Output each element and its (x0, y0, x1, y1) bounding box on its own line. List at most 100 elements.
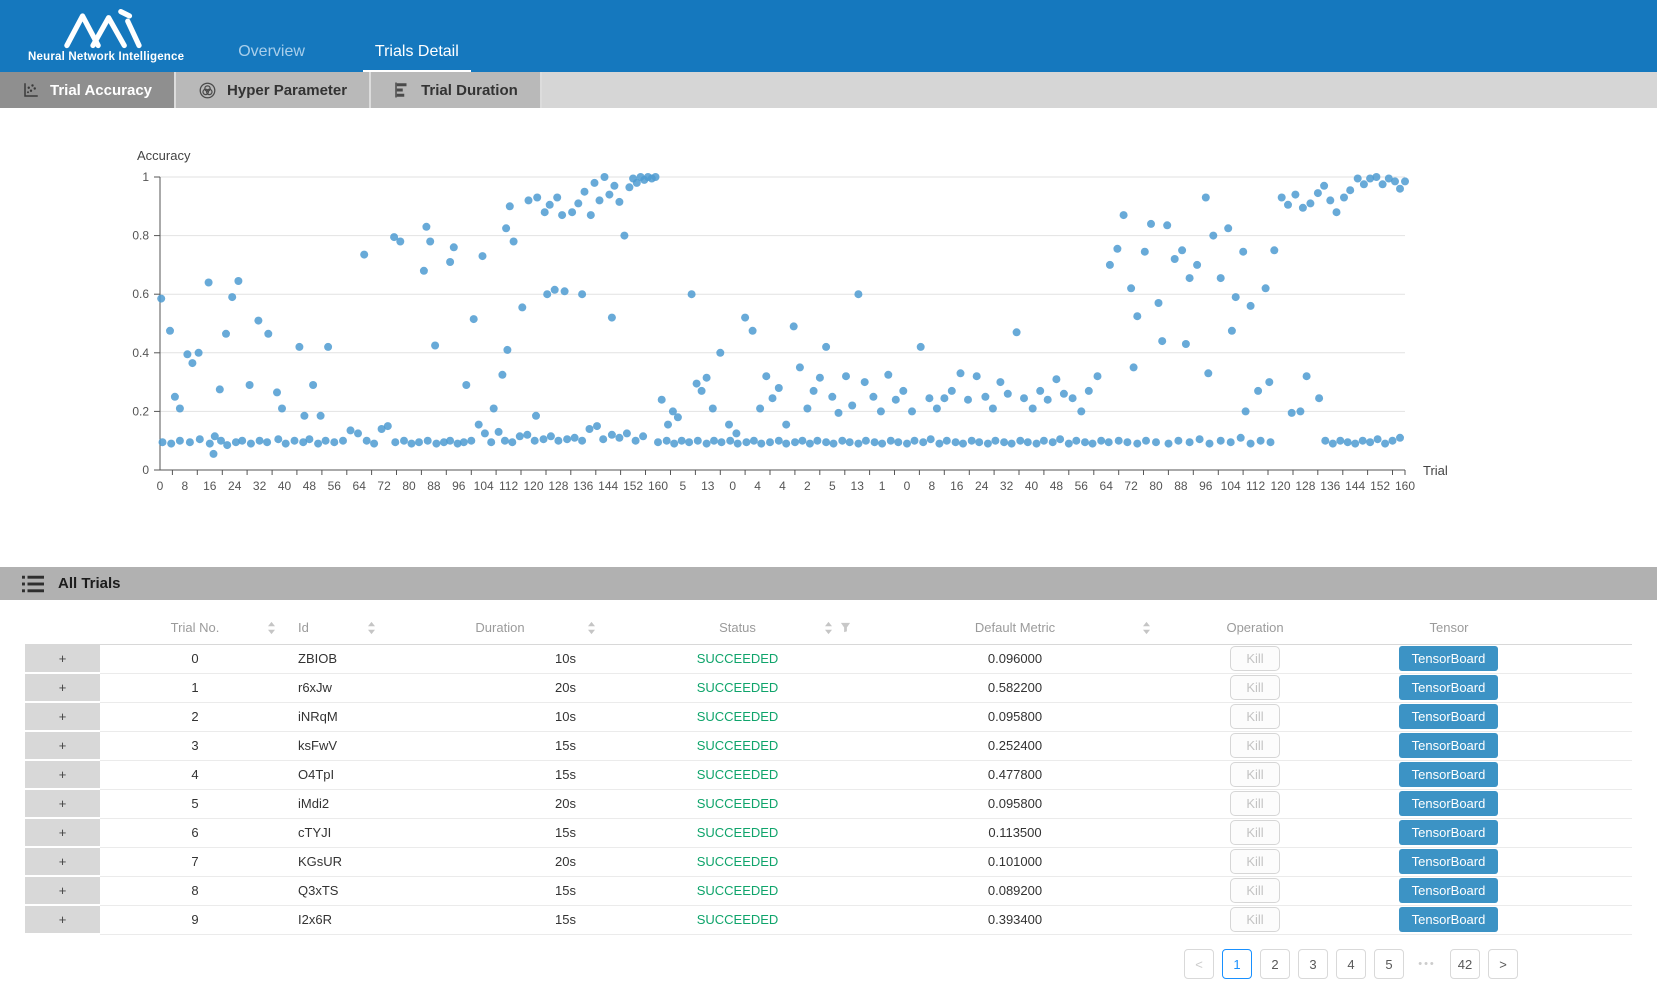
kill-button[interactable]: Kill (1230, 878, 1279, 903)
kill-button[interactable]: Kill (1230, 907, 1279, 932)
tensorboard-button[interactable]: TensorBoard (1399, 820, 1499, 845)
tensorboard-button[interactable]: TensorBoard (1399, 733, 1499, 758)
accuracy-scatter-chart[interactable]: 00.20.40.60.8108162432404856647280889610… (0, 130, 1657, 498)
tensorboard-button[interactable]: TensorBoard (1399, 762, 1499, 787)
column-header-trialNo[interactable]: Trial No. (100, 612, 290, 644)
expand-button[interactable]: + (25, 731, 100, 760)
y-tick-label: 0.4 (132, 346, 149, 360)
scatter-point (432, 440, 440, 448)
expand-button[interactable]: + (25, 760, 100, 789)
trial-no-cell: 8 (100, 876, 290, 905)
column-label: Duration (475, 620, 524, 635)
tensorboard-button[interactable]: TensorBoard (1399, 704, 1499, 729)
tensorboard-button[interactable]: TensorBoard (1399, 849, 1499, 874)
scatter-point (188, 359, 196, 367)
kill-button[interactable]: Kill (1230, 820, 1279, 845)
column-label: Status (719, 620, 756, 635)
expand-button[interactable]: + (25, 789, 100, 818)
scatter-point (940, 394, 948, 402)
pagination-page-5[interactable]: 5 (1374, 949, 1404, 979)
kill-button[interactable]: Kill (1230, 646, 1279, 671)
scatter-point (869, 393, 877, 401)
trial-no-cell: 0 (100, 644, 290, 673)
expand-button[interactable]: + (25, 702, 100, 731)
tensorboard-button[interactable]: TensorBoard (1399, 907, 1499, 932)
tab-trial-accuracy[interactable]: Trial Accuracy (0, 72, 176, 108)
expand-button[interactable]: + (25, 644, 100, 673)
tensorboard-button[interactable]: TensorBoard (1399, 878, 1499, 903)
column-header-metric[interactable]: Default Metric (865, 612, 1165, 644)
column-header-status[interactable]: Status (610, 612, 865, 644)
tensorboard-button[interactable]: TensorBoard (1399, 646, 1499, 671)
scatter-point (908, 407, 916, 415)
pagination-page-2[interactable]: 2 (1260, 949, 1290, 979)
scatter-point (892, 396, 900, 404)
scatter-point (935, 440, 943, 448)
scatter-point (968, 437, 976, 445)
scatter-point (470, 315, 478, 323)
scatter-point (574, 199, 582, 207)
sort-icon[interactable] (367, 621, 376, 635)
pagination-page-42[interactable]: 42 (1450, 949, 1480, 979)
scatter-point (282, 440, 290, 448)
all-trials-header-bar: All Trials (0, 567, 1657, 600)
sort-icon[interactable] (824, 621, 833, 635)
expand-button[interactable]: + (25, 818, 100, 847)
scatter-point (1163, 221, 1171, 229)
scatter-point (703, 374, 711, 382)
expand-button[interactable]: + (25, 847, 100, 876)
expand-button[interactable]: + (25, 673, 100, 702)
pagination-prev-button[interactable]: < (1184, 949, 1214, 979)
scatter-point (884, 371, 892, 379)
x-tick-label: 1 (879, 479, 886, 493)
scatter-point (835, 409, 843, 417)
scatter-point (502, 224, 510, 232)
tensorboard-button[interactable]: TensorBoard (1399, 791, 1499, 816)
x-tick-label: 128 (1295, 479, 1315, 493)
kill-button[interactable]: Kill (1230, 762, 1279, 787)
scatter-point (782, 440, 790, 448)
top-nav-bar: Neural Network Intelligence OverviewTria… (0, 0, 1657, 72)
pagination-page-4[interactable]: 4 (1336, 949, 1366, 979)
x-tick-label: 152 (1370, 479, 1390, 493)
kill-button[interactable]: Kill (1230, 704, 1279, 729)
scatter-point (989, 405, 997, 413)
pagination-next-button[interactable]: > (1488, 949, 1518, 979)
scatter-point (264, 330, 272, 338)
scatter-point (663, 437, 671, 445)
nav-tab-overview[interactable]: Overview (226, 37, 317, 72)
filter-icon[interactable] (840, 622, 851, 633)
expand-button[interactable]: + (25, 876, 100, 905)
kill-button[interactable]: Kill (1230, 849, 1279, 874)
column-header-id[interactable]: Id (290, 612, 390, 644)
scatter-point (1060, 390, 1068, 398)
scatter-point (495, 428, 503, 436)
kill-button[interactable]: Kill (1230, 675, 1279, 700)
sort-icon[interactable] (1142, 621, 1151, 635)
scatter-point (1202, 194, 1210, 202)
tensor-cell: TensorBoard (1345, 905, 1632, 934)
tensorboard-button[interactable]: TensorBoard (1399, 675, 1499, 700)
scatter-point (1344, 438, 1352, 446)
sort-icon[interactable] (587, 621, 596, 635)
status-badge: SUCCEEDED (697, 883, 779, 898)
tensor-cell: TensorBoard (1345, 673, 1632, 702)
tab-trial-duration[interactable]: Trial Duration (371, 72, 542, 108)
scatter-point (460, 438, 468, 446)
kill-button[interactable]: Kill (1230, 791, 1279, 816)
nav-tab-trials-detail[interactable]: Trials Detail (363, 37, 471, 72)
scatter-point (254, 317, 262, 325)
kill-button[interactable]: Kill (1230, 733, 1279, 758)
scatter-point (1237, 434, 1245, 442)
scatter-point (216, 385, 224, 393)
scatter-point (1209, 232, 1217, 240)
tab-hyper-parameter[interactable]: Hyper Parameter (176, 72, 371, 108)
pagination-page-1[interactable]: 1 (1222, 949, 1252, 979)
scatter-point (1004, 390, 1012, 398)
expand-button[interactable]: + (25, 905, 100, 934)
column-header-duration[interactable]: Duration (390, 612, 610, 644)
scatter-point (1072, 437, 1080, 445)
pagination-page-3[interactable]: 3 (1298, 949, 1328, 979)
scatter-point (639, 432, 647, 440)
sort-icon[interactable] (267, 621, 276, 635)
